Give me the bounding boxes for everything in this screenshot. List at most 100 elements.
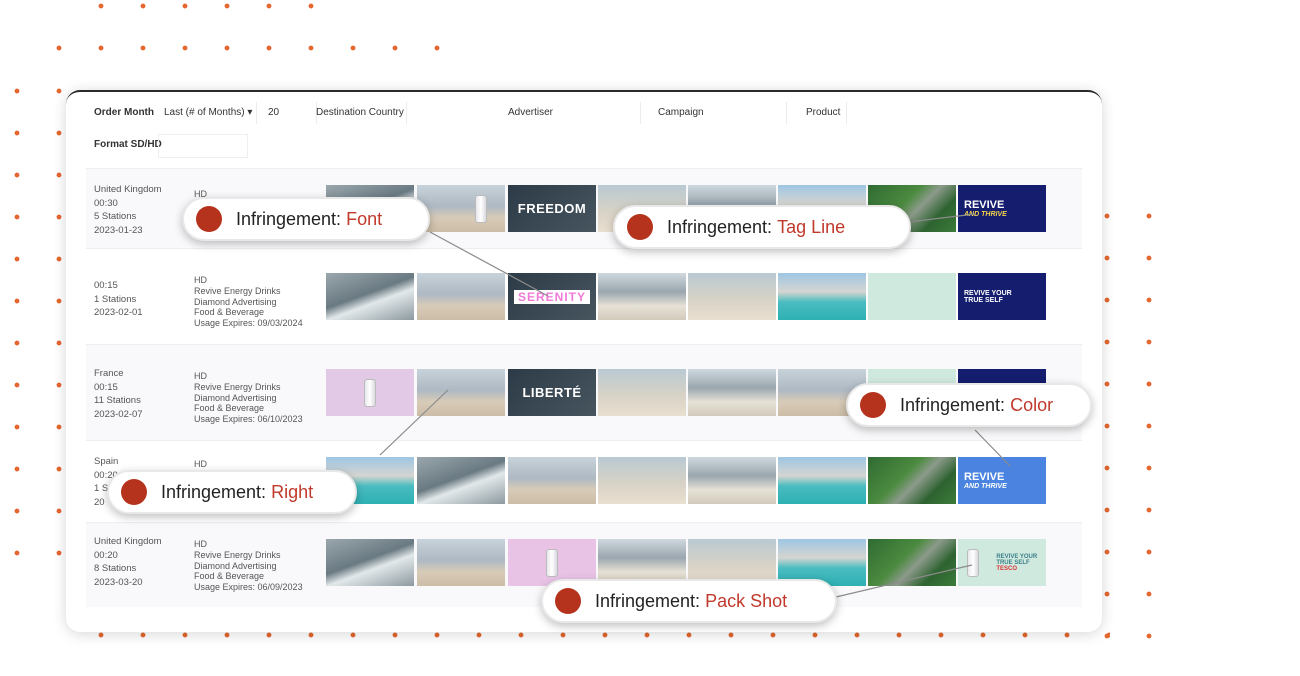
ad-library-panel: Order Month Last (# of Months) ▾ 20 Dest… bbox=[66, 90, 1102, 632]
video-thumbnail[interactable]: REVIVE YOUR TRUE SELF TESCO bbox=[958, 539, 1046, 586]
video-thumbnail[interactable] bbox=[326, 273, 414, 320]
format: HD bbox=[194, 539, 207, 549]
date: 2023-03-20 bbox=[94, 576, 143, 588]
last-months-select[interactable]: Last (# of Months) ▾ bbox=[158, 102, 257, 124]
video-thumbnail[interactable] bbox=[508, 457, 596, 504]
dot-pattern bbox=[38, 27, 458, 67]
video-thumbnail[interactable]: REVIVE AND THRIVE bbox=[958, 457, 1046, 504]
usage-expiry: Usage Expires: 06/09/2023 bbox=[194, 582, 303, 593]
format-filter-input[interactable] bbox=[158, 134, 248, 158]
months-value-input[interactable]: 20 bbox=[260, 102, 317, 124]
callout-kind: Font bbox=[346, 208, 383, 229]
callout-color: Infringement: Color bbox=[846, 383, 1092, 427]
video-thumbnail[interactable] bbox=[326, 539, 414, 586]
date: 2023-02-07 bbox=[94, 408, 143, 420]
destination-country-filter[interactable]: Destination Country bbox=[316, 102, 407, 124]
alert-dot-icon bbox=[121, 479, 147, 505]
thumbnail-text: LIBERTÉ bbox=[522, 385, 582, 400]
video-thumbnail[interactable] bbox=[688, 273, 776, 320]
thumbnail-caption: REVIVE YOUR TRUE SELF TESCO bbox=[996, 554, 1037, 572]
row-details: HD Revive Energy Drinks Diamond Advertis… bbox=[194, 275, 303, 329]
video-thumbnail[interactable]: LIBERTÉ bbox=[508, 369, 596, 416]
alert-dot-icon bbox=[627, 214, 653, 240]
video-thumbnail[interactable] bbox=[417, 273, 505, 320]
duration: 00:15 bbox=[94, 280, 118, 291]
stations: 5 Stations bbox=[94, 211, 137, 222]
row-details: HD bbox=[194, 459, 207, 470]
alert-dot-icon bbox=[196, 206, 222, 232]
callout-prefix: Infringement: bbox=[161, 481, 267, 502]
callout-pack-shot: Infringement: Pack Shot bbox=[541, 579, 837, 623]
product-filter[interactable]: Product bbox=[806, 102, 847, 124]
video-thumbnail[interactable] bbox=[417, 369, 505, 416]
row-meta: France 00:15 11 Stations 2023-02-07 bbox=[94, 367, 143, 421]
format: HD bbox=[194, 459, 207, 469]
thumbnail-text: REVIVE bbox=[964, 199, 1005, 211]
usage-expiry: Usage Expires: 09/03/2024 bbox=[194, 318, 303, 329]
advertiser-filter[interactable]: Advertiser bbox=[508, 102, 641, 124]
callout-prefix: Infringement: bbox=[595, 590, 701, 611]
video-thumbnail[interactable] bbox=[868, 273, 956, 320]
agency: Diamond Advertising bbox=[194, 392, 277, 403]
video-thumbnail[interactable] bbox=[417, 539, 505, 586]
video-thumbnail[interactable] bbox=[598, 273, 686, 320]
row-details: HD Revive Energy Drinks Diamond Advertis… bbox=[194, 371, 303, 425]
callout-kind: Color bbox=[1010, 394, 1054, 415]
alert-dot-icon bbox=[860, 392, 886, 418]
callout-prefix: Infringement: bbox=[667, 216, 773, 237]
callout-kind: Right bbox=[271, 481, 314, 502]
thumbnail-text: REVIVE bbox=[964, 471, 1005, 483]
video-thumbnail[interactable] bbox=[688, 369, 776, 416]
callout-tag-line: Infringement: Tag Line bbox=[613, 205, 911, 249]
usage-expiry: Usage Expires: 06/10/2023 bbox=[194, 414, 303, 425]
callout-font: Infringement: Font bbox=[182, 197, 430, 241]
dot-pattern bbox=[0, 70, 66, 570]
alert-dot-icon bbox=[555, 588, 581, 614]
retailer-tag: TESCO bbox=[996, 565, 1017, 572]
video-thumbnail[interactable] bbox=[417, 185, 505, 232]
callout-prefix: Infringement: bbox=[900, 394, 1006, 415]
duration: 00:30 bbox=[94, 197, 118, 209]
video-thumbnail[interactable]: SERENITY bbox=[508, 273, 596, 320]
filter-bar: Order Month Last (# of Months) ▾ 20 Dest… bbox=[66, 92, 1102, 162]
video-thumbnail[interactable] bbox=[326, 369, 414, 416]
video-thumbnail[interactable] bbox=[598, 369, 686, 416]
video-thumbnail[interactable] bbox=[868, 457, 956, 504]
duration: 00:20 bbox=[94, 549, 118, 561]
country: France bbox=[94, 368, 124, 379]
callout-prefix: Infringement: bbox=[236, 208, 342, 229]
row-meta: United Kingdom 00:20 8 Stations 2023-03-… bbox=[94, 535, 162, 589]
order-month-label: Order Month bbox=[94, 107, 154, 118]
stations: 1 Stations bbox=[94, 293, 137, 305]
video-thumbnail[interactable] bbox=[688, 457, 776, 504]
video-thumbnail[interactable]: REVIVE AND THRIVE bbox=[958, 185, 1046, 232]
video-thumbnail[interactable]: REVIVE YOUR TRUE SELF bbox=[958, 273, 1046, 320]
video-thumbnail[interactable]: FREEDOM bbox=[508, 185, 596, 232]
video-thumbnail[interactable] bbox=[778, 273, 866, 320]
can-icon bbox=[966, 548, 979, 577]
category: Food & Beverage bbox=[194, 403, 265, 414]
thumbnail-text: FREEDOM bbox=[517, 201, 587, 216]
brand: Revive Energy Drinks bbox=[194, 381, 281, 392]
duration: 00:15 bbox=[94, 381, 118, 393]
video-thumbnail[interactable] bbox=[417, 457, 505, 504]
country: United Kingdom bbox=[94, 536, 162, 547]
callout-right: Infringement: Right bbox=[107, 470, 357, 514]
thumbnail-subtext: TRUE SELF bbox=[964, 296, 1003, 304]
callout-kind: Pack Shot bbox=[705, 590, 788, 611]
thumbnail-subtext: AND THRIVE bbox=[964, 483, 1007, 490]
callout-kind: Tag Line bbox=[777, 216, 846, 237]
can-icon bbox=[475, 194, 487, 223]
table-row[interactable]: 00:15 1 Stations 2023-02-01 HD Revive En… bbox=[86, 248, 1082, 345]
category: Food & Beverage bbox=[194, 571, 265, 582]
brand: Revive Energy Drinks bbox=[194, 285, 281, 296]
video-thumbnail[interactable] bbox=[778, 457, 866, 504]
country: United Kingdom bbox=[94, 184, 162, 195]
video-thumbnail[interactable] bbox=[598, 457, 686, 504]
can-icon bbox=[546, 548, 558, 577]
thumbnail-text: REVIVE YOUR bbox=[964, 289, 1012, 297]
video-thumbnail[interactable] bbox=[868, 539, 956, 586]
row-meta: United Kingdom 00:30 5 Stations 2023-01-… bbox=[94, 183, 162, 237]
dot-pattern bbox=[80, 0, 330, 15]
campaign-filter[interactable]: Campaign bbox=[658, 102, 787, 124]
